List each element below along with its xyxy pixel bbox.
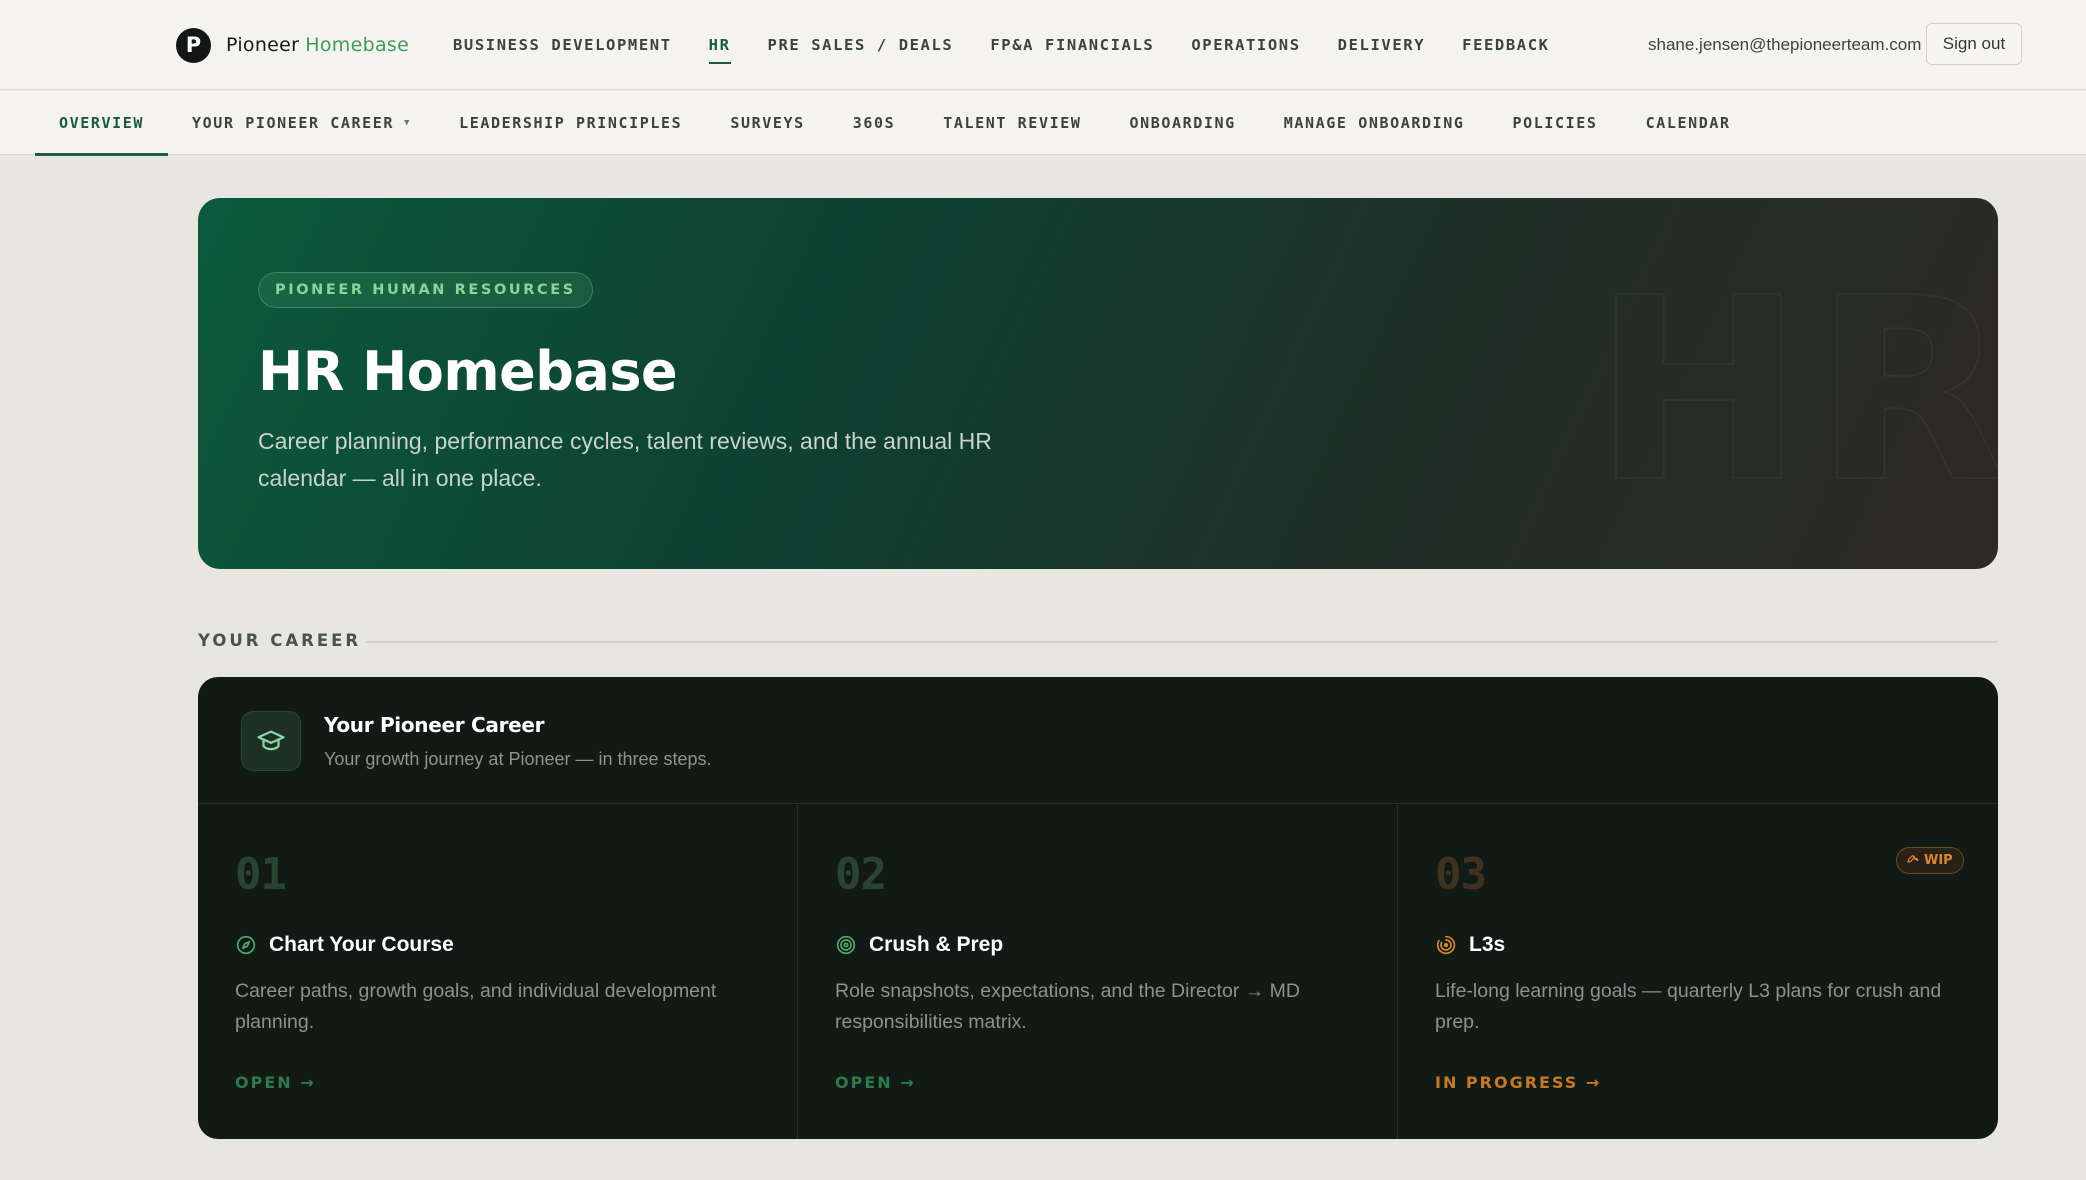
step-number: 02 <box>835 849 887 900</box>
step-title-row: Crush & Prep <box>835 933 1003 957</box>
step-description: Role snapshots, expectations, and the Di… <box>835 980 1300 1033</box>
top-navigation-bar: P Pioneer Homebase BUSINESS DEVELOPMENT H… <box>0 0 2086 90</box>
sub-nav-360s[interactable]: 360S <box>829 91 920 155</box>
section-divider <box>366 641 1998 643</box>
sub-nav-items: OVERVIEW YOUR PIONEER CAREER ▼ LEADERSHIP… <box>35 91 1755 156</box>
step-open-link[interactable]: OPEN → <box>235 1073 316 1092</box>
sub-nav-label: CALENDAR <box>1645 114 1731 132</box>
career-step-chart-your-course[interactable]: 01 Chart Your Course Career paths, growt… <box>198 805 798 1139</box>
main-nav-delivery[interactable]: DELIVERY <box>1338 30 1425 60</box>
sub-nav-talent-review[interactable]: TALENT REVIEW <box>919 91 1105 155</box>
hero-subtitle: Career planning, performance cycles, tal… <box>258 423 1038 497</box>
sub-nav-leadership-principles[interactable]: LEADERSHIP PRINCIPLES <box>435 91 706 155</box>
sub-nav-label: MANAGE ONBOARDING <box>1283 114 1465 132</box>
step-title: Crush & Prep <box>869 933 1004 956</box>
career-card-subtitle: Your growth journey at Pioneer — in thre… <box>324 749 712 769</box>
sub-nav-label: POLICIES <box>1512 114 1598 132</box>
sub-nav-surveys[interactable]: SURVEYS <box>706 91 828 155</box>
step-title: Chart Your Course <box>269 933 454 956</box>
sub-nav-onboarding[interactable]: ONBOARDING <box>1105 91 1259 155</box>
career-step-crush-and-prep[interactable]: 02 Crush & Prep Role snapshots, expectat… <box>798 805 1398 1139</box>
wip-badge-label: WIP <box>1924 853 1953 868</box>
hero-banner: HR PIONEER HUMAN RESOURCES HR Homebase C… <box>198 198 1998 569</box>
sub-nav-label: SURVEYS <box>730 114 805 132</box>
step-title: L3s <box>1469 933 1506 956</box>
step-description: Life-long learning goals — quarterly L3 … <box>1435 980 1942 1033</box>
main-nav-feedback[interactable]: FEEDBACK <box>1462 30 1549 60</box>
sub-nav-label: TALENT REVIEW <box>943 114 1082 132</box>
caret-down-icon: ▼ <box>404 118 412 128</box>
career-card: Your Pioneer Career Your growth journey … <box>198 677 1998 1139</box>
sub-nav-policies[interactable]: POLICIES <box>1489 91 1622 155</box>
step-description: Career paths, growth goals, and individu… <box>235 980 717 1033</box>
career-steps: 01 Chart Your Course Career paths, growt… <box>198 805 1998 1139</box>
hero-subtitle-line-2: calendar — all in one place. <box>258 465 542 491</box>
career-card-title: Your Pioneer Career <box>324 713 545 737</box>
hero-watermark: HR <box>1592 245 1998 538</box>
wrench-icon <box>1907 853 1919 869</box>
hero-subtitle-line-1: Career planning, performance cycles, tal… <box>258 428 992 454</box>
section-heading: YOUR CAREER <box>198 631 362 650</box>
sub-nav-label: 360S <box>852 114 896 132</box>
main-nav-hr[interactable]: HR <box>708 30 731 64</box>
main-nav-operations[interactable]: OPERATIONS <box>1191 30 1300 60</box>
main-nav-fpa-financials[interactable]: FP&A FINANCIALS <box>990 30 1154 60</box>
sub-navigation-bar: OVERVIEW YOUR PIONEER CAREER ▼ LEADERSHIP… <box>0 91 2086 156</box>
progress-icon <box>1435 934 1457 956</box>
sub-nav-label: ONBOARDING <box>1129 114 1236 132</box>
career-step-l3s[interactable]: 03 WIP L3s Life-long learning goals — qu… <box>1398 805 1998 1139</box>
sub-nav-label: LEADERSHIP PRINCIPLES <box>459 114 683 132</box>
step-open-link[interactable]: OPEN → <box>835 1073 916 1092</box>
sub-nav-overview[interactable]: OVERVIEW <box>35 91 169 156</box>
step-number: 01 <box>235 849 287 900</box>
sub-nav-manage-onboarding[interactable]: MANAGE ONBOARDING <box>1260 91 1489 155</box>
brand-name-accent: Homebase <box>305 34 410 56</box>
brand-logo-icon: P <box>176 27 211 63</box>
hero-category-pill: PIONEER HUMAN RESOURCES <box>258 272 593 308</box>
sub-nav-calendar[interactable]: CALENDAR <box>1622 91 1755 155</box>
page-title: HR Homebase <box>258 340 678 403</box>
brand-name-primary: Pioneer <box>226 34 300 56</box>
sub-nav-label: OVERVIEW <box>59 114 145 132</box>
brand[interactable]: P Pioneer Homebase <box>176 27 409 63</box>
sub-nav-your-pioneer-career[interactable]: YOUR PIONEER CAREER ▼ <box>168 91 435 155</box>
main-nav-pre-sales-deals[interactable]: PRE SALES / DEALS <box>768 30 954 60</box>
target-icon <box>835 934 857 956</box>
sub-nav-label: YOUR PIONEER CAREER <box>192 114 395 132</box>
sign-out-button[interactable]: Sign out <box>1926 23 2022 65</box>
compass-icon <box>235 934 257 956</box>
user-email: shane.jensen@thepioneerteam.com <box>1648 35 1922 54</box>
main-nav: BUSINESS DEVELOPMENT HR PRE SALES / DEAL… <box>453 30 1587 64</box>
graduation-cap-icon <box>241 711 301 771</box>
wip-badge: WIP <box>1896 847 1964 874</box>
brand-name: Pioneer Homebase <box>226 34 409 56</box>
step-number: 03 <box>1435 849 1487 900</box>
step-in-progress-link[interactable]: IN PROGRESS → <box>1435 1073 1601 1092</box>
main-nav-business-development[interactable]: BUSINESS DEVELOPMENT <box>453 30 672 60</box>
step-title-row: Chart Your Course <box>235 933 454 957</box>
step-title-row: L3s <box>1435 933 1505 957</box>
career-card-header: Your Pioneer Career Your growth journey … <box>198 677 1998 804</box>
